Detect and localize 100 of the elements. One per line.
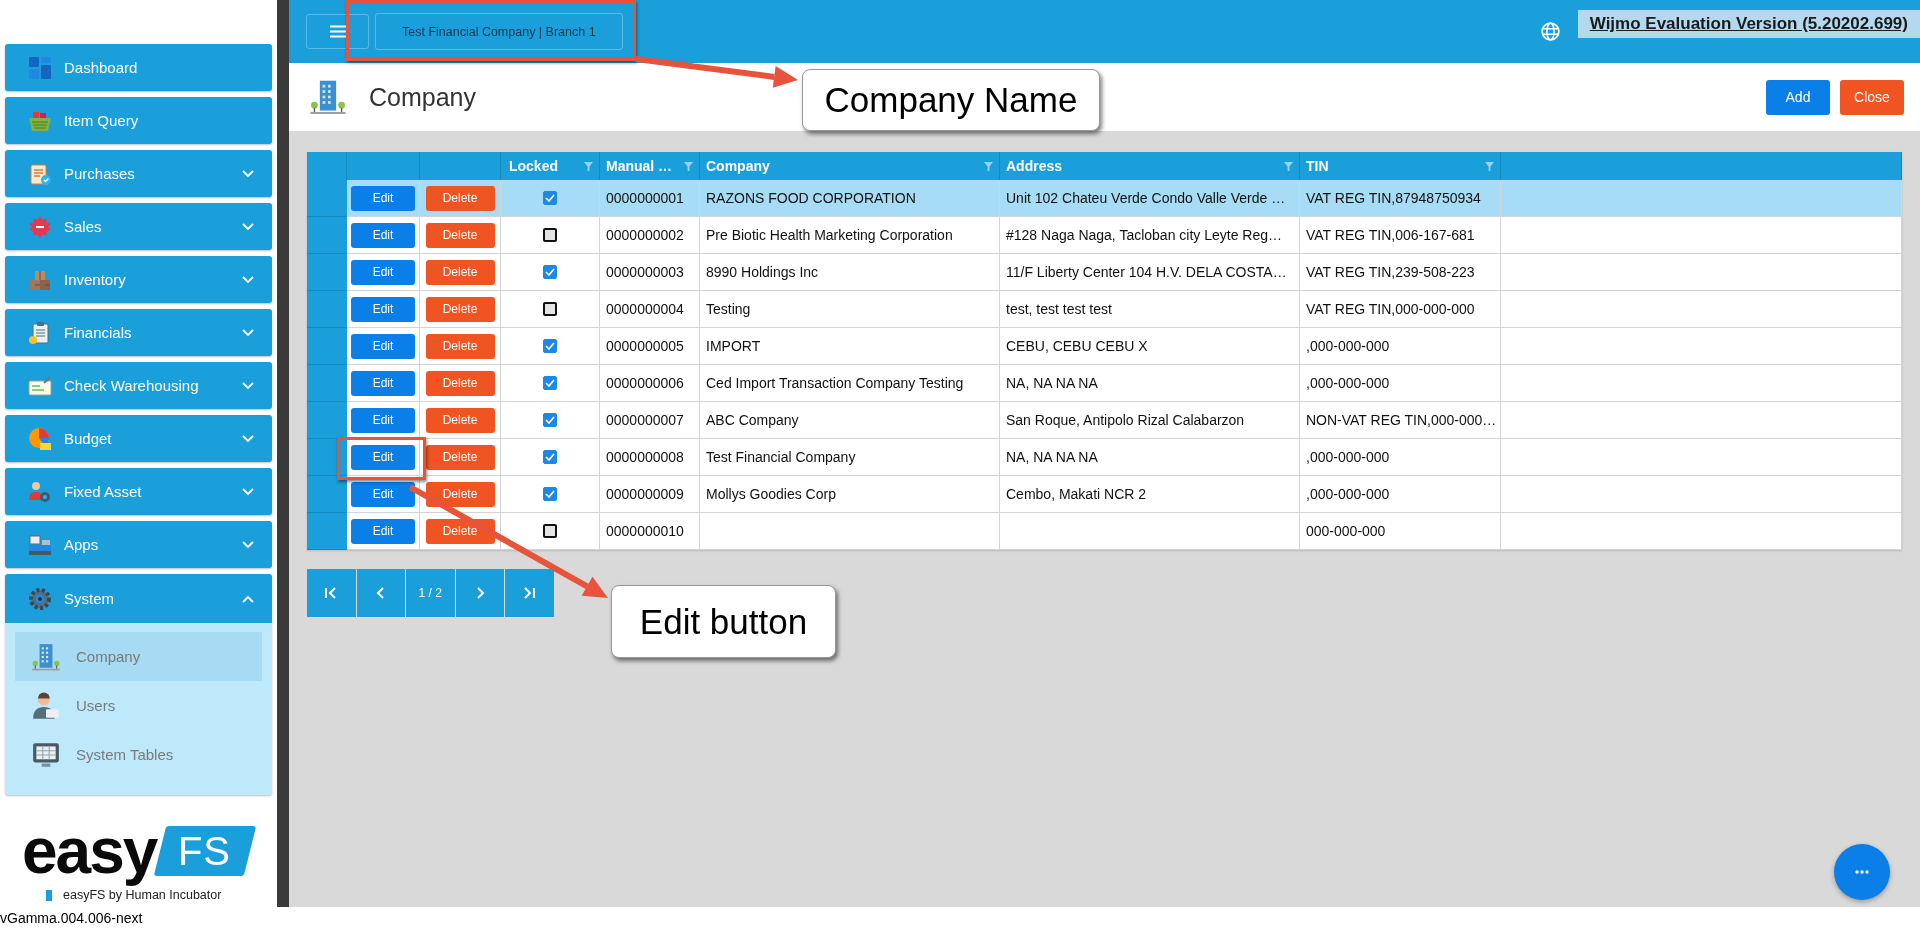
person-gear-icon — [28, 479, 52, 504]
menu-button[interactable] — [306, 14, 369, 49]
sidebar-item[interactable]: Purchases — [5, 150, 272, 197]
menu-icon — [329, 25, 346, 38]
sidebar-item[interactable]: Financials — [5, 309, 272, 356]
edit-button[interactable]: Edit — [351, 407, 415, 433]
check-icon — [545, 194, 555, 202]
delete-button[interactable]: Delete — [425, 296, 495, 322]
header-button[interactable]: Close — [1840, 79, 1904, 115]
company-branch-button[interactable]: Test Financial Company | Branch 1 — [375, 13, 623, 50]
edit-button[interactable]: Edit — [351, 333, 415, 359]
table-row[interactable]: Edit Delete 0000000002 Pre Biotic Health Marketing Corporation #128 Naga Naga, Tacloban city Leyte Reg… VAT REG TIN,006-167-681 — [307, 217, 1902, 254]
sidebar-item[interactable]: Apps — [5, 521, 272, 568]
submenu-item[interactable]: Company — [15, 632, 262, 681]
sidebar-item[interactable]: Item Query — [5, 97, 272, 144]
table-cell: 0000000010 — [600, 513, 700, 550]
row-header[interactable] — [307, 254, 347, 291]
table-row[interactable]: Edit Delete 0000000001 RAZONS FOOD CORPORATION Unit 102 Chateu Verde Condo Valle Verde … VAT REG TIN,87948750934 — [307, 180, 1902, 217]
edit-button[interactable]: Edit — [351, 259, 415, 285]
sidebar-item[interactable]: Inventory — [5, 256, 272, 303]
filter-icon[interactable] — [684, 161, 693, 171]
check-icon — [545, 453, 555, 461]
table-row[interactable]: Edit Delete 0000000003 8990 Holdings Inc 11/F Liberty Center 104 H.V. DELA COSTA… VAT REG TIN,239-508-223 — [307, 254, 1902, 291]
last-page-icon — [523, 587, 536, 599]
table-cell: 000-000-000 — [1300, 513, 1501, 550]
globe-icon[interactable] — [1540, 22, 1560, 41]
cash-register-icon — [28, 532, 52, 557]
row-header[interactable] — [307, 365, 347, 402]
delete-button[interactable]: Delete — [425, 333, 495, 359]
row-header[interactable] — [307, 291, 347, 328]
last-page-button[interactable] — [505, 569, 554, 617]
row-header[interactable] — [307, 513, 347, 550]
table-row[interactable]: Edit Delete 0000000008 Test Financial Company NA, NA NA NA ,000-000-000 — [307, 439, 1902, 476]
checkbox[interactable] — [543, 265, 557, 279]
edit-button[interactable]: Edit — [351, 296, 415, 322]
previous-page-button[interactable] — [356, 569, 405, 617]
header-button[interactable]: Add — [1766, 79, 1830, 115]
delete-button[interactable]: Delete — [425, 259, 495, 285]
checkbox[interactable] — [543, 376, 557, 390]
checkbox[interactable] — [543, 339, 557, 353]
edit-button[interactable]: Edit — [351, 370, 415, 396]
sidebar-item[interactable]: Dashboard — [5, 44, 272, 91]
checkbox[interactable] — [543, 450, 557, 464]
first-page-icon — [325, 587, 338, 599]
clipboard-icon — [28, 320, 52, 345]
checkbox[interactable] — [543, 487, 557, 501]
delete-button[interactable]: Delete — [425, 444, 495, 470]
previous-icon — [374, 587, 387, 599]
check-icon — [545, 379, 555, 387]
row-header[interactable] — [307, 328, 347, 365]
more-icon — [1855, 870, 1869, 874]
row-header[interactable] — [307, 217, 347, 254]
callout-label: Company Name — [802, 69, 1100, 131]
table-row[interactable]: Edit Delete 0000000007 ABC Company San Roque, Antipolo Rizal Calabarzon NON-VAT REG TIN,000-000… — [307, 402, 1902, 439]
logo-tagline: easyFS by Human Incubator — [63, 888, 222, 902]
filter-icon[interactable] — [984, 161, 993, 171]
filter-icon[interactable] — [1485, 161, 1494, 171]
table-row[interactable]: Edit Delete 0000000004 Testing test, test test test VAT REG TIN,000-000-000 — [307, 291, 1902, 328]
checkbox[interactable] — [543, 302, 557, 316]
page-title: Company — [369, 82, 476, 112]
checkbox[interactable] — [543, 524, 557, 538]
gear-icon — [28, 586, 52, 611]
edit-button[interactable]: Edit — [351, 481, 415, 507]
delete-button[interactable]: Delete — [425, 370, 495, 396]
edit-button[interactable]: Edit — [351, 444, 415, 470]
submenu-item[interactable]: Users — [15, 681, 262, 730]
filter-icon[interactable] — [1284, 161, 1293, 171]
pie-chart-icon — [28, 426, 52, 451]
row-header[interactable] — [307, 180, 347, 217]
callout-label: Edit button — [611, 585, 836, 658]
table-row[interactable]: Edit Delete 0000000005 IMPORT CEBU, CEBU CEBU X ,000-000-000 — [307, 328, 1902, 365]
next-page-button[interactable] — [455, 569, 504, 617]
check-icon — [545, 490, 555, 498]
first-page-button[interactable] — [307, 569, 356, 617]
sidebar-item[interactable]: Budget — [5, 415, 272, 462]
evaluation-banner[interactable]: Wijmo Evaluation Version (5.20202.699) — [1577, 10, 1920, 38]
more-button[interactable] — [1834, 844, 1890, 900]
delete-button[interactable]: Delete — [425, 185, 495, 211]
sidebar-item[interactable]: Fixed Asset — [5, 468, 272, 515]
submenu-item[interactable]: System Tables — [15, 730, 262, 779]
edit-button[interactable]: Edit — [351, 185, 415, 211]
checkbox[interactable] — [543, 228, 557, 242]
sidebar-item[interactable]: System — [5, 574, 272, 623]
row-header[interactable] — [307, 402, 347, 439]
delete-button[interactable]: Delete — [425, 481, 495, 507]
delete-button[interactable]: Delete — [425, 407, 495, 433]
delete-button[interactable]: Delete — [425, 222, 495, 248]
checkbox[interactable] — [543, 413, 557, 427]
sale-tag-icon — [28, 214, 52, 239]
check-icon — [545, 268, 555, 276]
table-row[interactable]: Edit Delete 0000000010 000-000-000 — [307, 513, 1902, 550]
row-header[interactable] — [307, 476, 347, 513]
sidebar-item[interactable]: Check Warehousing — [5, 362, 272, 409]
table-row[interactable]: Edit Delete 0000000006 Ced Import Transaction Company Testing NA, NA NA NA ,000-000-000 — [307, 365, 1902, 402]
checkbox[interactable] — [543, 191, 557, 205]
filter-icon[interactable] — [584, 161, 593, 171]
edit-button[interactable]: Edit — [351, 222, 415, 248]
edit-button[interactable]: Edit — [351, 518, 415, 544]
table-row[interactable]: Edit Delete 0000000009 Mollys Goodies Corp Cembo, Makati NCR 2 ,000-000-000 — [307, 476, 1902, 513]
sidebar-item[interactable]: Sales — [5, 203, 272, 250]
